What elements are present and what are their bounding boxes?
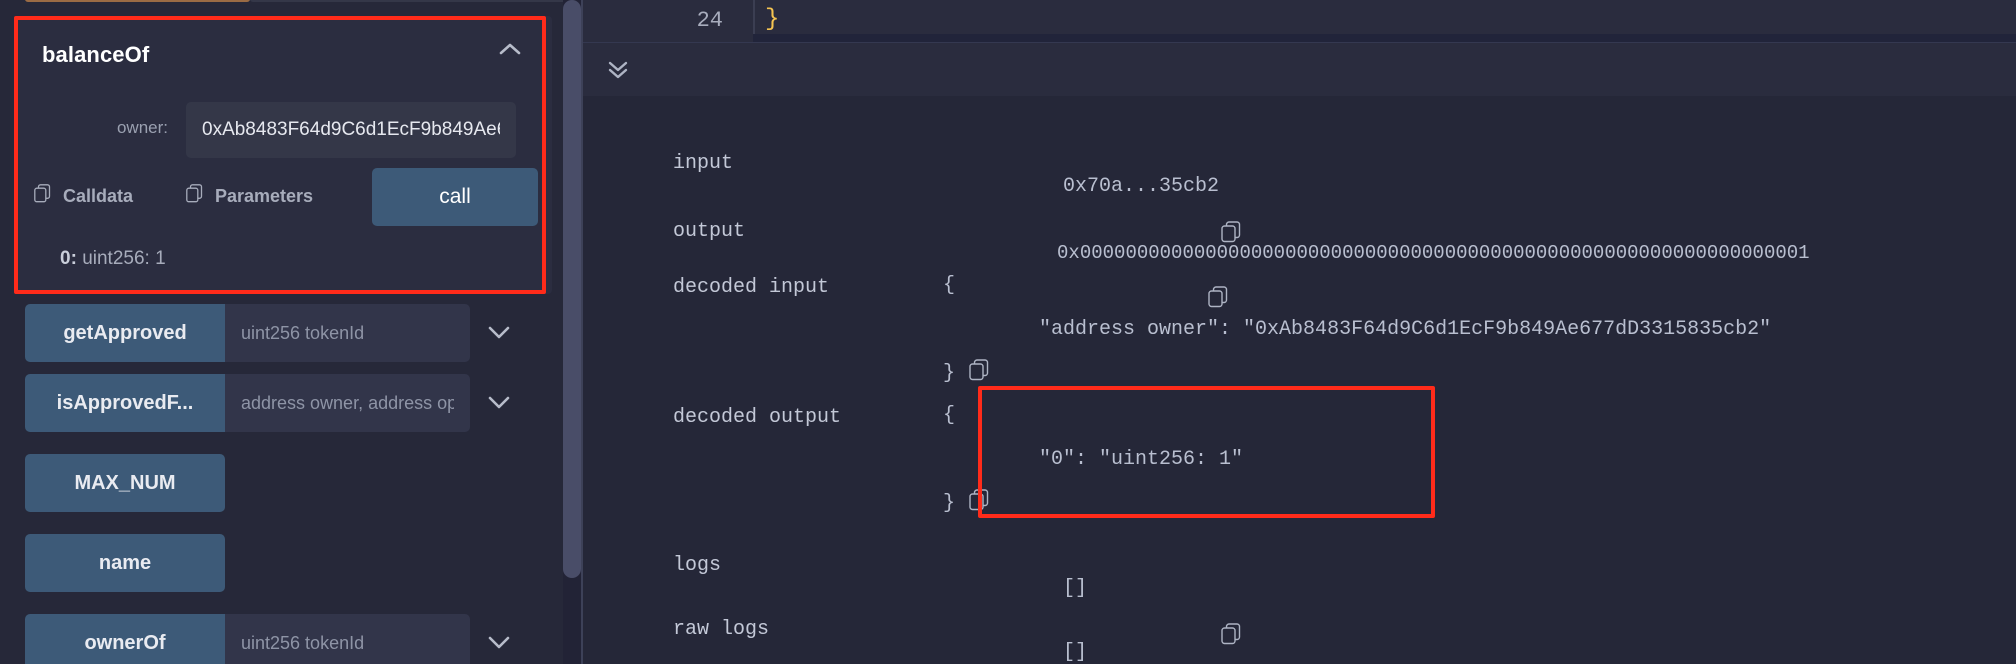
function-args-input-getapproved[interactable] xyxy=(225,304,470,362)
panel-scrollbar-thumb[interactable] xyxy=(563,0,581,578)
function-args-input-isapprovedforall[interactable] xyxy=(225,374,470,432)
call-result-line: 0: uint256: 1 xyxy=(60,248,166,270)
function-row-isapprovedforall: isApprovedF... xyxy=(25,374,520,432)
editor-current-line-underline xyxy=(753,34,2016,42)
log-key-output: output xyxy=(673,220,746,243)
function-card-balanceof: balanceOf owner: Ca xyxy=(18,16,552,294)
copy-parameters-button[interactable]: Parameters xyxy=(186,184,313,208)
function-button-name[interactable]: name xyxy=(25,534,225,592)
function-row-ownerof: ownerOf xyxy=(25,614,520,664)
copy-icon xyxy=(34,184,51,208)
log-value-decoded-output: { "0": "uint256: 1" } xyxy=(943,394,1243,529)
log-value-decoded-input-text: { "address owner": "0xAb8483F64d9C6d1EcF… xyxy=(943,274,1772,385)
function-args-input-ownerof[interactable] xyxy=(225,614,470,664)
parameter-row-owner: owner: xyxy=(18,102,552,158)
chevron-down-icon[interactable] xyxy=(485,390,513,414)
function-row-name: name xyxy=(25,534,520,592)
parameter-input-owner[interactable] xyxy=(186,102,516,158)
parameter-label-owner: owner: xyxy=(116,118,168,137)
log-key-raw-logs: raw logs xyxy=(673,618,770,641)
copy-icon[interactable] xyxy=(969,355,989,399)
log-key-decoded-output: decoded output xyxy=(673,406,842,429)
log-value-raw-logs-text: [] xyxy=(1063,641,1088,664)
function-button-ownerof[interactable]: ownerOf xyxy=(25,614,225,664)
function-button-isapprovedforall[interactable]: isApprovedF... xyxy=(25,374,225,432)
call-button[interactable]: call xyxy=(372,168,538,226)
log-value-input-text: 0x70a...35cb2 xyxy=(1063,175,1220,198)
result-value-label: uint256: 1 xyxy=(82,248,166,269)
log-value-output-text: 0x00000000000000000000000000000000000000… xyxy=(1057,242,1810,264)
editor-indent-guide xyxy=(753,0,755,34)
log-key-decoded-input: decoded input xyxy=(673,276,830,299)
line-number: 24 xyxy=(696,8,723,33)
function-row-getapproved: getApproved xyxy=(25,304,520,362)
chevron-down-icon[interactable] xyxy=(485,320,513,344)
contract-address-strip[interactable] xyxy=(250,0,563,2)
editor-gutter: 24 xyxy=(583,0,753,42)
code-token-closing-brace: } xyxy=(765,6,780,33)
deploy-button-strip[interactable] xyxy=(25,0,250,2)
editor-and-terminal-panel: 24 } input 0x70a...35cb2 output 0x000000… xyxy=(583,0,2016,664)
left-panel-scrollbar[interactable] xyxy=(546,0,556,664)
function-button-max-num[interactable]: MAX_NUM xyxy=(25,454,225,512)
copy-icon[interactable] xyxy=(969,485,989,529)
chevron-down-icon[interactable] xyxy=(485,630,513,654)
calldata-label: Calldata xyxy=(63,185,134,206)
log-value-decoded-input: { "address owner": "0xAb8483F64d9C6d1EcF… xyxy=(943,264,1771,399)
contract-interaction-panel: balanceOf owner: Ca xyxy=(0,0,563,664)
function-button-getapproved[interactable]: getApproved xyxy=(25,304,225,362)
log-value-logs-text: [] xyxy=(1063,577,1088,600)
chevron-up-icon[interactable] xyxy=(496,36,524,64)
chevron-double-down-icon[interactable] xyxy=(603,57,633,83)
code-editor-last-line[interactable]: 24 } xyxy=(583,0,2016,42)
function-name-label: balanceOf xyxy=(42,42,150,67)
remix-ide-screen: balanceOf owner: Ca xyxy=(0,0,2016,664)
function-actions-row: Calldata Parameters call xyxy=(18,168,552,226)
terminal-header-band xyxy=(583,42,2016,96)
copy-icon xyxy=(186,184,203,208)
log-key-logs: logs xyxy=(673,554,722,577)
log-value-raw-logs: [] xyxy=(943,618,1241,664)
terminal-log-body: input 0x70a...35cb2 output 0x00000000000… xyxy=(583,96,2016,664)
function-row-max-num: MAX_NUM xyxy=(25,454,520,512)
result-index-label: 0: xyxy=(60,248,77,269)
log-key-input: input xyxy=(673,152,734,175)
copy-calldata-button[interactable]: Calldata xyxy=(34,184,133,208)
parameters-label: Parameters xyxy=(215,185,314,206)
